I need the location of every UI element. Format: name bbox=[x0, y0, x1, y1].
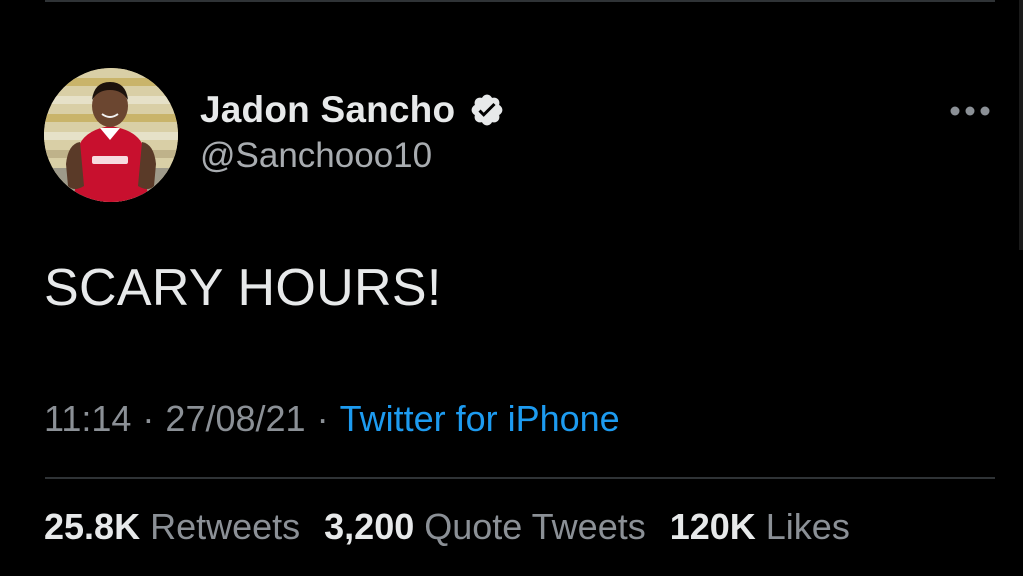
tweet-meta: 11:14 · 27/08/21 · Twitter for iPhone bbox=[44, 398, 620, 440]
top-divider bbox=[45, 0, 995, 2]
tweet-date[interactable]: 27/08/21 bbox=[165, 398, 305, 440]
tweet-source-link[interactable]: Twitter for iPhone bbox=[340, 398, 620, 440]
quote-tweets-count: 3,200 bbox=[324, 506, 415, 547]
meta-separator: · bbox=[142, 398, 155, 439]
author-name-row: Jadon Sancho bbox=[200, 86, 505, 134]
scroll-edge bbox=[1019, 0, 1023, 250]
retweets-count: 25.8K bbox=[44, 506, 141, 547]
avatar[interactable] bbox=[44, 68, 178, 202]
quote-tweets-label: Quote Tweets bbox=[424, 506, 646, 547]
retweets-stat[interactable]: 25.8K Retweets bbox=[44, 506, 300, 548]
verified-badge-icon bbox=[469, 92, 505, 128]
avatar-photo bbox=[44, 68, 178, 202]
stats-divider bbox=[45, 477, 995, 479]
meta-separator: · bbox=[316, 398, 329, 439]
tweet-text: SCARY HOURS! bbox=[44, 259, 442, 317]
more-options-button[interactable] bbox=[942, 94, 998, 128]
likes-label: Likes bbox=[765, 506, 850, 547]
more-options-icon bbox=[950, 106, 990, 116]
tweet-time[interactable]: 11:14 bbox=[44, 398, 131, 440]
retweets-label: Retweets bbox=[150, 506, 301, 547]
likes-count: 120K bbox=[669, 506, 756, 547]
quote-tweets-stat[interactable]: 3,200 Quote Tweets bbox=[324, 506, 646, 548]
author-display-name[interactable]: Jadon Sancho bbox=[200, 89, 455, 131]
engagement-stats: 25.8K Retweets 3,200 Quote Tweets 120K L… bbox=[44, 506, 874, 548]
likes-stat[interactable]: 120K Likes bbox=[670, 506, 850, 548]
author-handle[interactable]: @Sanchooo10 bbox=[200, 136, 432, 176]
